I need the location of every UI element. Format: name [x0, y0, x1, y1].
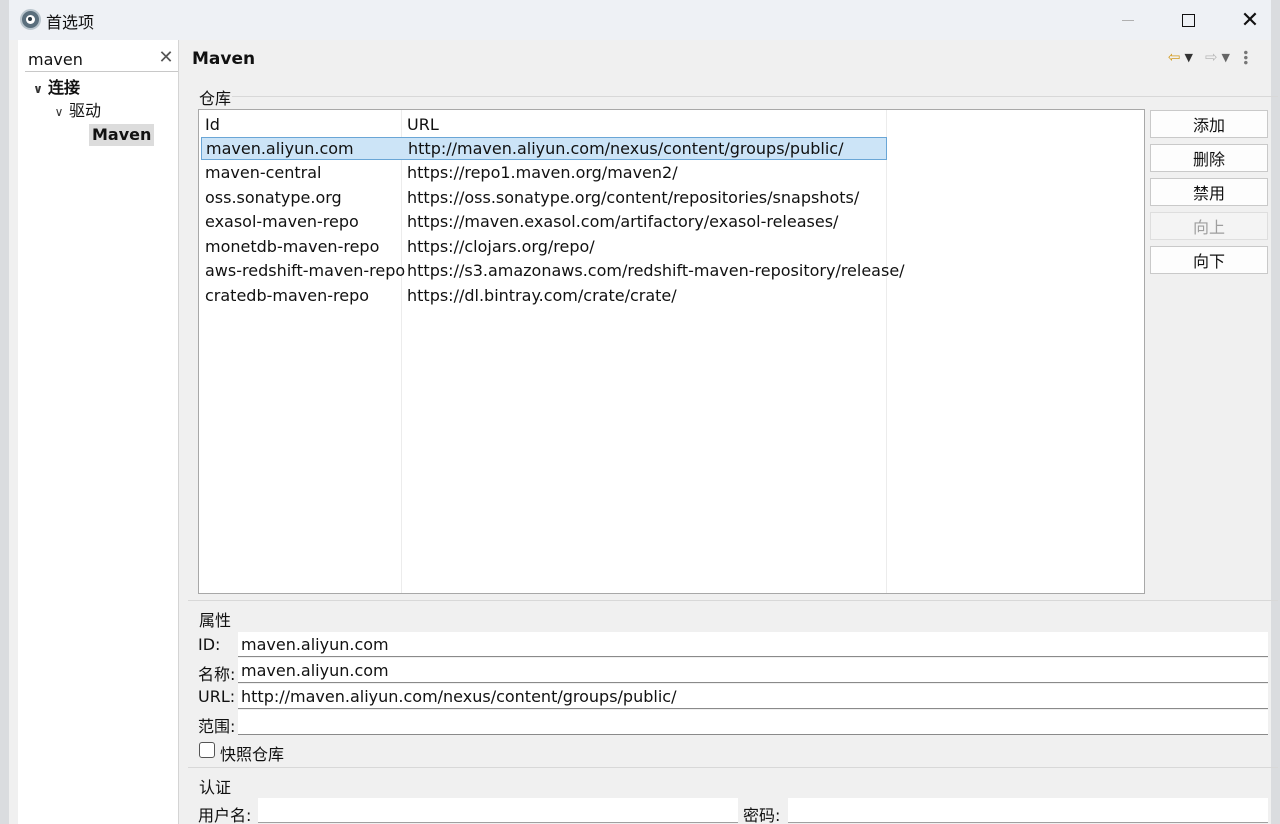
disable-button[interactable]: 禁用: [1150, 178, 1268, 206]
chevron-down-icon[interactable]: ∨: [30, 78, 46, 100]
cell-url: https://s3.amazonaws.com/redshift-maven-…: [407, 261, 905, 280]
username-field[interactable]: [258, 798, 738, 823]
cell-url: https://clojars.org/repo/: [407, 237, 595, 256]
snapshot-repository-checkbox[interactable]: [199, 742, 215, 758]
page-navigation: ⇦ ▼ ⇨ ▼ •••: [1168, 48, 1252, 66]
tree-item-label: 连接: [48, 78, 81, 97]
close-icon: ✕: [1240, 7, 1260, 33]
password-label: 密码:: [743, 806, 781, 824]
scope-field[interactable]: [238, 710, 1268, 735]
back-history-dropdown-icon[interactable]: ▼: [1184, 51, 1192, 64]
url-label: URL:: [198, 687, 236, 706]
table-row[interactable]: maven-central https://repo1.maven.org/ma…: [201, 162, 887, 185]
preferences-tree-pane: ✕ ∨连接 ∨驱动 Maven: [18, 40, 179, 824]
snapshot-repository-label: 快照仓库: [220, 745, 285, 764]
filter-input[interactable]: [28, 48, 148, 70]
tree-item-connection[interactable]: ∨ 连接: [30, 77, 80, 99]
cell-id: monetdb-maven-repo: [205, 237, 380, 256]
column-header-url[interactable]: URL: [407, 115, 439, 134]
name-field[interactable]: [238, 658, 1268, 683]
move-down-button[interactable]: 向下: [1150, 246, 1268, 274]
cell-url: https://maven.exasol.com/artifactory/exa…: [407, 212, 839, 231]
cell-id: aws-redshift-maven-repo: [205, 261, 406, 280]
name-label: 名称:: [198, 665, 236, 684]
properties-group-label: 属性: [199, 611, 232, 630]
app-icon: [20, 9, 41, 30]
url-field[interactable]: [238, 684, 1268, 709]
cell-url: http://maven.aliyun.com/nexus/content/gr…: [408, 139, 844, 158]
cell-id: maven-central: [205, 163, 322, 182]
close-button[interactable]: ✕: [1221, 0, 1279, 40]
tree-item-drivers[interactable]: ∨ 驱动: [51, 100, 101, 122]
move-up-button[interactable]: 向上: [1150, 212, 1268, 240]
table-row[interactable]: exasol-maven-repo https://maven.exasol.c…: [201, 211, 887, 234]
id-label: ID:: [198, 635, 221, 654]
scope-label: 范围:: [198, 717, 236, 736]
title-bar: 首选项: [9, 0, 1271, 40]
forward-history-dropdown-icon[interactable]: ▼: [1222, 51, 1230, 64]
table-row[interactable]: aws-redshift-maven-repo https://s3.amazo…: [201, 260, 905, 283]
chevron-down-icon[interactable]: ∨: [51, 101, 67, 123]
tree-item-label: 驱动: [69, 101, 102, 120]
table-row[interactable]: oss.sonatype.org https://oss.sonatype.or…: [201, 187, 887, 210]
page-title: Maven: [192, 49, 256, 69]
preferences-window: 首选项 ✕ ✕ ∨连接 ∨驱动 Maven Maven ⇦ ▼ ⇨ ▼ ••• …: [0, 0, 1280, 824]
group-divider: [188, 600, 1278, 601]
window-title: 首选项: [46, 13, 95, 32]
table-row[interactable]: monetdb-maven-repo https://clojars.org/r…: [201, 236, 887, 259]
maximize-icon: [1181, 13, 1195, 27]
group-divider: [232, 96, 1278, 97]
filter-box: ✕: [25, 46, 178, 72]
table-row[interactable]: cratedb-maven-repo https://dl.bintray.co…: [201, 285, 887, 308]
maximize-button[interactable]: [1159, 0, 1217, 40]
minimize-button[interactable]: [1099, 0, 1157, 40]
cell-id: exasol-maven-repo: [205, 212, 359, 231]
username-label: 用户名:: [198, 806, 252, 824]
tree-item-maven[interactable]: Maven: [89, 124, 155, 146]
cell-url: https://dl.bintray.com/crate/crate/: [407, 286, 677, 305]
delete-button[interactable]: 删除: [1150, 144, 1268, 172]
repositories-table[interactable]: Id URL maven.aliyun.com http://maven.ali…: [198, 109, 1145, 594]
cell-id: cratedb-maven-repo: [205, 286, 370, 305]
column-header-id[interactable]: Id: [205, 115, 220, 134]
add-button[interactable]: 添加: [1150, 110, 1268, 138]
password-field[interactable]: [788, 798, 1268, 823]
clear-filter-icon[interactable]: ✕: [156, 47, 176, 69]
repositories-group-label: 仓库: [199, 89, 232, 108]
more-options-icon[interactable]: •••: [1238, 49, 1252, 64]
cell-url: https://oss.sonatype.org/content/reposit…: [407, 188, 860, 207]
id-field[interactable]: [238, 632, 1268, 657]
table-row[interactable]: maven.aliyun.com http://maven.aliyun.com…: [201, 137, 887, 160]
minimize-icon: [1122, 19, 1134, 21]
back-arrow-icon[interactable]: ⇦: [1168, 48, 1181, 66]
forward-arrow-icon[interactable]: ⇨: [1205, 48, 1218, 66]
cell-url: https://repo1.maven.org/maven2/: [407, 163, 678, 182]
cell-id: maven.aliyun.com: [206, 139, 354, 158]
authentication-group-label: 认证: [199, 778, 232, 797]
preference-page: Maven ⇦ ▼ ⇨ ▼ ••• 仓库 Id URL maven.aliyun…: [180, 40, 1278, 824]
cell-id: oss.sonatype.org: [205, 188, 342, 207]
group-divider: [188, 767, 1278, 768]
